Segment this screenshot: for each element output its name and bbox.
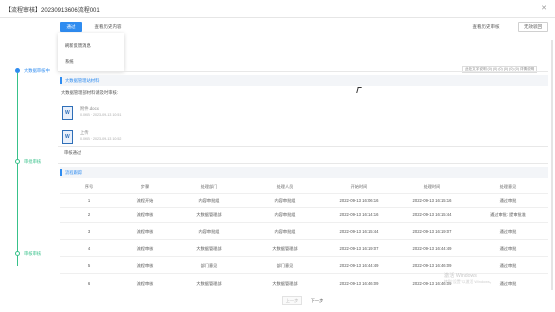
table-cell: 大数据管理部 bbox=[196, 246, 222, 251]
table-cell: 4 bbox=[87, 246, 91, 251]
approve-dropdown-menu: 刷新反馈消息 系统 bbox=[58, 33, 124, 71]
table-cell: 2022-09-13 16:44:49 bbox=[339, 263, 379, 268]
timeline-dot-active bbox=[15, 68, 20, 73]
column-header: 处理部门 bbox=[200, 184, 218, 189]
table-cell: 2022-09-13 16:46:09 bbox=[339, 281, 379, 286]
table-cell: 2 bbox=[87, 212, 91, 217]
table-cell: 6 bbox=[87, 281, 91, 286]
approve-button[interactable]: 通过 bbox=[60, 22, 82, 32]
view-history-button[interactable]: 查看历史审核 bbox=[460, 22, 512, 32]
word-file-icon: W bbox=[62, 130, 73, 144]
next-step-button[interactable]: 下一步 bbox=[306, 296, 328, 305]
column-header: 处理人员 bbox=[276, 184, 294, 189]
table-cell: 通过审批 bbox=[499, 281, 517, 286]
row-divider bbox=[60, 207, 548, 208]
table-cell: 内容审批组 bbox=[198, 198, 220, 203]
review-result-text: 审核通过 bbox=[64, 150, 82, 155]
table-cell: 2022-09-13 16:44:49 bbox=[412, 246, 452, 251]
table-cell: 内容审批组 bbox=[274, 212, 296, 217]
divider bbox=[58, 71, 548, 72]
row-divider bbox=[60, 239, 548, 240]
table-cell: 1 bbox=[87, 198, 91, 203]
table-cell: 2022-09-13 16:19:07 bbox=[412, 229, 452, 234]
divider bbox=[58, 146, 548, 147]
table-cell: 2022-09-13 16:14:16 bbox=[339, 212, 379, 217]
table-cell: 部门意见 bbox=[276, 263, 294, 268]
timeline-line bbox=[17, 70, 18, 266]
row-divider bbox=[60, 222, 548, 223]
table-cell: 通过审批 bbox=[499, 229, 517, 234]
scrollbar[interactable] bbox=[551, 40, 553, 290]
section-description: 大数据管理部材料请及时审核: bbox=[61, 90, 119, 95]
timeline-label-2: 审批审核 bbox=[24, 159, 42, 164]
section-header-flow: 流程跟踪 bbox=[60, 167, 548, 178]
table-cell: 流程审核 bbox=[136, 212, 154, 217]
window-title: 【流程审核】20230913606流程001 bbox=[5, 8, 100, 14]
timeline-dot bbox=[15, 159, 20, 164]
word-file-icon: W bbox=[62, 106, 73, 120]
table-cell: 内容审批组 bbox=[274, 229, 296, 234]
section-accent bbox=[60, 169, 62, 176]
table-cell: 大数据管理部 bbox=[272, 281, 298, 286]
table-cell: 大数据管理部 bbox=[196, 281, 222, 286]
column-header: 开始时间 bbox=[350, 184, 368, 189]
row-divider bbox=[60, 256, 548, 257]
column-header: 序号 bbox=[84, 184, 94, 189]
table-cell: 通过审批 bbox=[499, 246, 517, 251]
table-cell: 通过审批 bbox=[499, 263, 517, 268]
table-cell: 2022-09-13 16:19:07 bbox=[339, 246, 379, 251]
dropdown-option-refresh[interactable]: 刷新反馈消息 bbox=[65, 43, 91, 49]
section-accent bbox=[60, 77, 62, 84]
reject-button[interactable]: 无效驳回 bbox=[518, 22, 548, 32]
table-cell: 流程开始 bbox=[136, 198, 154, 203]
timeline-label-1: 大数据审核中 bbox=[24, 68, 50, 73]
table-cell: 通过审批 bbox=[499, 198, 517, 203]
file-meta: 0.0KB · 2023-09-13 10:52 bbox=[80, 137, 122, 141]
table-cell: 内容审批组 bbox=[198, 229, 220, 234]
divider bbox=[58, 163, 548, 164]
table-cell: 内容审批组 bbox=[274, 198, 296, 203]
mouse-cursor-icon bbox=[356, 87, 362, 93]
file-meta: 0.0KB · 2023-09-13 10:51 bbox=[80, 113, 122, 117]
activation-watermark-sub: 转到"设置"以激活 Windows。 bbox=[444, 280, 494, 284]
file-name[interactable]: 上传 bbox=[80, 130, 89, 136]
table-cell: 2022-09-13 16:06:16 bbox=[339, 198, 379, 203]
activation-watermark: 激活 Windows bbox=[444, 273, 477, 279]
column-header: 处理意见 bbox=[499, 184, 517, 189]
table-cell: 2022-09-13 16:15:16 bbox=[412, 198, 452, 203]
section-title: 流程跟踪 bbox=[65, 170, 83, 175]
section-title: 大数据管理站材料 bbox=[65, 78, 100, 83]
table-cell: 2022-09-13 16:15:44 bbox=[339, 229, 379, 234]
prev-step-button[interactable]: 上一步 bbox=[282, 296, 302, 305]
section-header-materials: 大数据管理站材料 bbox=[60, 75, 548, 86]
table-cell: 流程审核 bbox=[136, 229, 154, 234]
table-cell: 流程审核 bbox=[136, 263, 154, 268]
table-cell: 通过审批: 提审批准 bbox=[490, 212, 526, 217]
table-cell: 3 bbox=[87, 229, 91, 234]
timeline-dot bbox=[15, 251, 20, 256]
table-cell: 2022-09-13 16:46:09 bbox=[412, 263, 452, 268]
table-cell: 流程审核 bbox=[136, 246, 154, 251]
column-header: 步骤 bbox=[140, 184, 150, 189]
table-cell: 大数据管理部 bbox=[196, 212, 222, 217]
column-header: 处理时间 bbox=[423, 184, 441, 189]
row-divider bbox=[60, 193, 548, 194]
table-cell: 部门意见 bbox=[200, 263, 218, 268]
timeline-label-3: 审核审核 bbox=[24, 251, 42, 256]
view-content-button[interactable]: 查看历史内容 bbox=[86, 22, 130, 32]
title-bar: 【流程审核】20230913606流程001 ✕ bbox=[0, 0, 555, 18]
table-cell: 5 bbox=[87, 263, 91, 268]
table-cell: 2022-09-13 16:15:44 bbox=[412, 212, 452, 217]
file-name[interactable]: 附件.docx bbox=[80, 106, 99, 112]
table-cell: 流程审核 bbox=[136, 281, 154, 286]
table-cell: 大数据管理部 bbox=[272, 246, 298, 251]
close-icon[interactable]: ✕ bbox=[541, 4, 547, 12]
dropdown-option-system[interactable]: 系统 bbox=[65, 59, 74, 65]
